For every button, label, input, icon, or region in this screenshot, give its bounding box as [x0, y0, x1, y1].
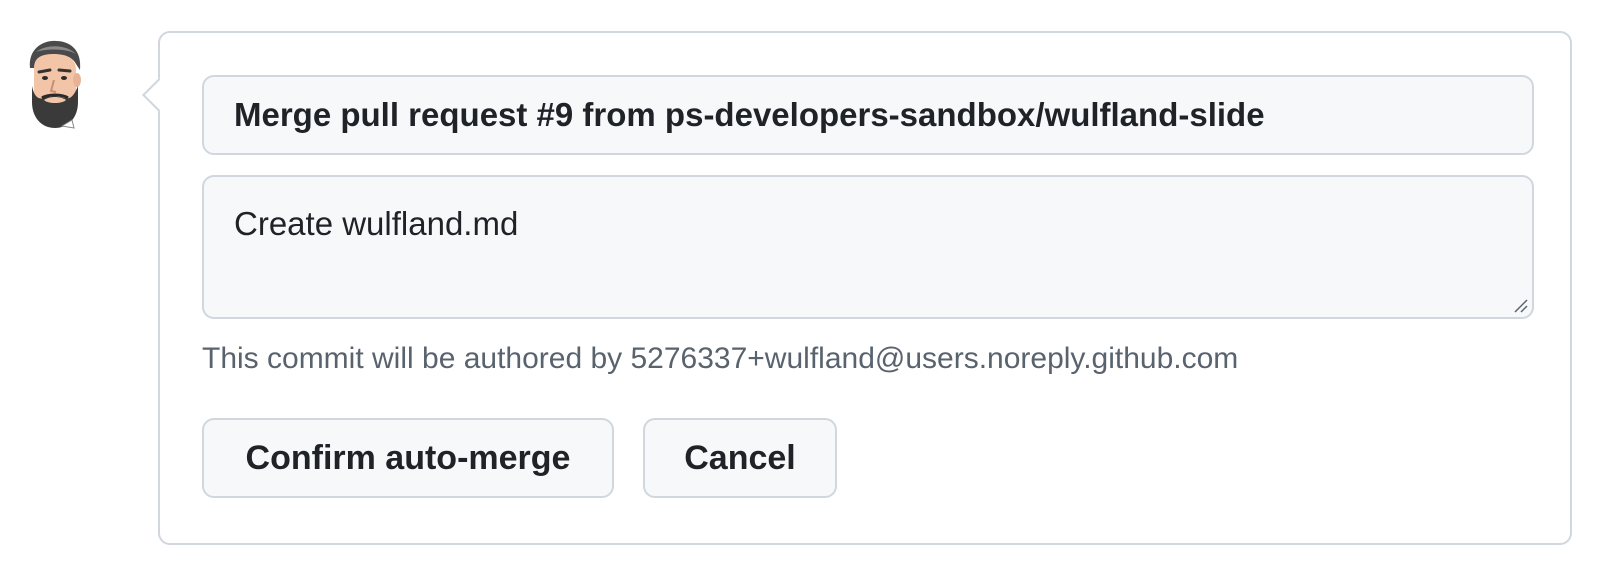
avatar-portrait-icon: [29, 40, 81, 129]
cancel-button[interactable]: Cancel: [643, 418, 837, 498]
commit-author-note: This commit will be authored by 5276337+…: [202, 342, 1239, 375]
panel-pointer-caret: [142, 78, 176, 112]
avatar[interactable]: [22, 38, 86, 130]
commit-title-input[interactable]: [202, 75, 1534, 155]
resize-handle-icon[interactable]: [1512, 297, 1528, 313]
commit-message-textarea[interactable]: Create wulfland.md: [202, 175, 1534, 319]
confirm-auto-merge-button[interactable]: Confirm auto-merge: [202, 418, 614, 498]
merge-commit-panel: Create wulfland.md This commit will be a…: [142, 31, 1572, 545]
